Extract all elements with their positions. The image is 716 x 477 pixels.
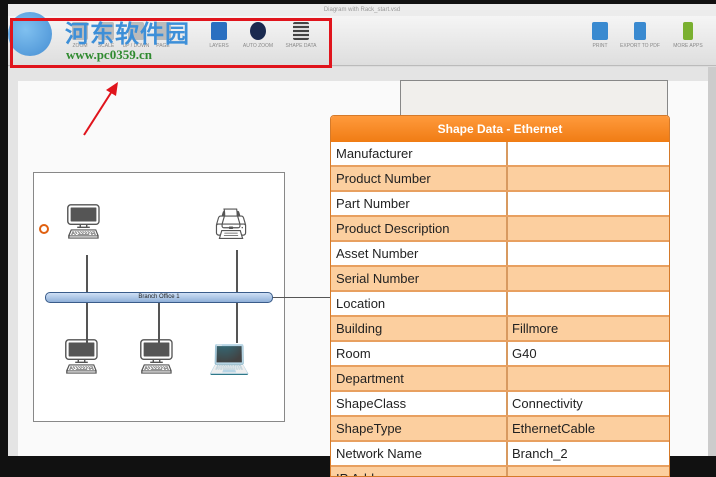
property-name: Serial Number bbox=[331, 267, 508, 290]
property-name: Network Name bbox=[331, 442, 508, 465]
print-button[interactable]: PRINT bbox=[580, 22, 620, 49]
shape-data-row[interactable]: Manufacturer bbox=[331, 142, 669, 167]
property-value[interactable]: G40 bbox=[508, 342, 669, 365]
shape-data-row[interactable]: Room G40 bbox=[331, 342, 669, 367]
laptop-icon[interactable]: 💻 bbox=[208, 340, 250, 374]
shape-data-table: Manufacturer Product Number Part Number Pro… bbox=[331, 142, 669, 476]
shape-data-row[interactable]: ShapeClass Connectivity bbox=[331, 392, 669, 417]
shape-data-row[interactable]: Network Name Branch_2 bbox=[331, 442, 669, 467]
property-value[interactable] bbox=[508, 167, 669, 190]
connector-line[interactable] bbox=[86, 255, 88, 293]
property-value[interactable] bbox=[508, 242, 669, 265]
property-value[interactable] bbox=[508, 192, 669, 215]
vertical-scrollbar[interactable] bbox=[708, 67, 716, 456]
property-value[interactable]: Fillmore bbox=[508, 317, 669, 340]
connector-line[interactable] bbox=[273, 297, 333, 298]
shape-data-row[interactable]: Serial Number bbox=[331, 267, 669, 292]
property-value[interactable]: Connectivity bbox=[508, 392, 669, 415]
property-name: ShapeClass bbox=[331, 392, 508, 415]
connector-line[interactable] bbox=[86, 303, 88, 343]
export-pdf-button[interactable]: EXPORT TO PDF bbox=[620, 22, 660, 49]
shape-data-row[interactable]: IP Address bbox=[331, 467, 669, 476]
property-name: Product Description bbox=[331, 217, 508, 240]
property-name: Product Number bbox=[331, 167, 508, 190]
print-icon bbox=[592, 22, 608, 40]
shape-data-row[interactable]: Product Number bbox=[331, 167, 669, 192]
annotation-arrow-icon bbox=[83, 82, 118, 136]
property-value[interactable]: EthernetCable bbox=[508, 417, 669, 440]
property-name: Part Number bbox=[331, 192, 508, 215]
shape-data-row[interactable]: Asset Number bbox=[331, 242, 669, 267]
property-name: Asset Number bbox=[331, 242, 508, 265]
pdf-icon bbox=[634, 22, 646, 40]
connector-line[interactable] bbox=[158, 303, 160, 343]
property-name: IP Address bbox=[331, 467, 508, 476]
shape-data-row[interactable]: Department bbox=[331, 367, 669, 392]
shape-data-row[interactable]: Part Number bbox=[331, 192, 669, 217]
shape-data-panel: Shape Data - Ethernet Manufacturer Produc… bbox=[330, 115, 670, 477]
connector-line[interactable] bbox=[236, 303, 238, 343]
property-value[interactable] bbox=[508, 467, 669, 476]
pc-icon[interactable]: 🖥 bbox=[60, 340, 103, 374]
connection-point-icon[interactable] bbox=[39, 224, 49, 234]
shape-data-row[interactable]: Building Fillmore bbox=[331, 317, 669, 342]
apps-icon bbox=[683, 22, 693, 40]
shape-data-title: Shape Data - Ethernet bbox=[331, 116, 669, 142]
server-icon[interactable]: 🖥 bbox=[62, 205, 105, 239]
shape-data-row[interactable]: ShapeType EthernetCable bbox=[331, 417, 669, 442]
property-name: Room bbox=[331, 342, 508, 365]
pc-icon[interactable]: 🖥 bbox=[135, 340, 178, 374]
property-name: Manufacturer bbox=[331, 142, 508, 165]
property-value[interactable] bbox=[508, 267, 669, 290]
shape-data-row[interactable]: Location bbox=[331, 292, 669, 317]
property-value[interactable]: Branch_2 bbox=[508, 442, 669, 465]
printer-icon[interactable]: 🖨 bbox=[212, 210, 250, 240]
property-value[interactable] bbox=[508, 292, 669, 315]
property-name: Department bbox=[331, 367, 508, 390]
property-value[interactable] bbox=[508, 142, 669, 165]
property-name: Building bbox=[331, 317, 508, 340]
highlight-box bbox=[10, 18, 332, 68]
connector-line[interactable] bbox=[236, 250, 238, 293]
property-value[interactable] bbox=[508, 217, 669, 240]
property-name: ShapeType bbox=[331, 417, 508, 440]
more-apps-button[interactable]: MORE APPS bbox=[668, 22, 708, 49]
ethernet-bus[interactable]: Branch Office 1 bbox=[45, 292, 273, 303]
property-value[interactable] bbox=[508, 367, 669, 390]
shape-data-row[interactable]: Product Description bbox=[331, 217, 669, 242]
property-name: Location bbox=[331, 292, 508, 315]
